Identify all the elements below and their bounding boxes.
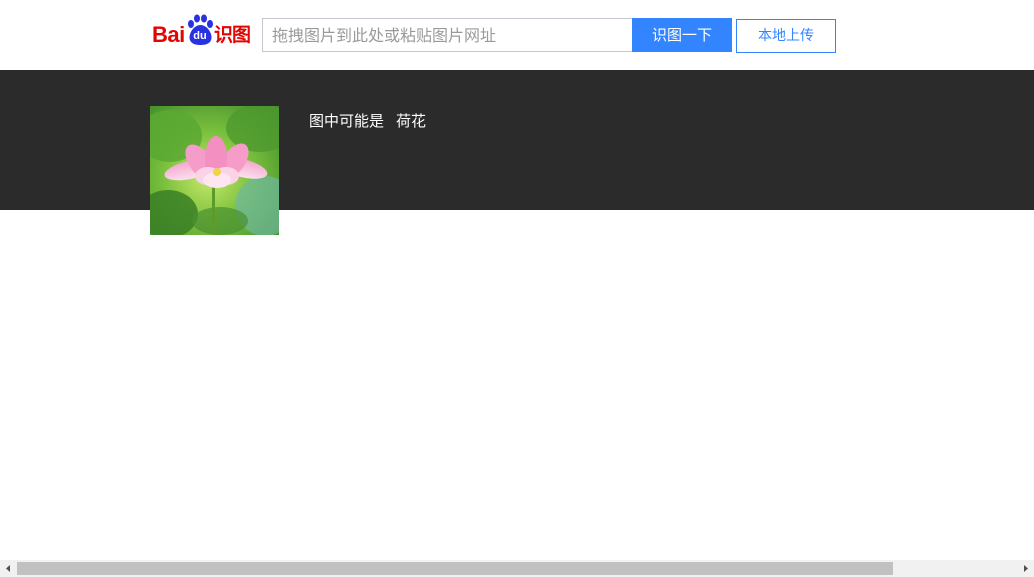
scrollbar-thumb[interactable] [17,562,893,575]
guess-prefix-label: 图中可能是 [309,112,385,130]
triangle-right-icon[interactable] [1018,560,1034,577]
identify-button[interactable]: 识图一下 [632,18,732,52]
horizontal-scrollbar[interactable] [0,560,1034,577]
page: Bai du 识图 识图一下 本地上传 [0,0,1034,577]
query-image-thumbnail[interactable] [150,106,279,235]
triangle-left-icon[interactable] [0,560,16,577]
lotus-flower-image [150,106,279,235]
logo-product-text: 识图 [214,24,251,46]
logo-paw-text: du [193,30,207,42]
local-upload-button[interactable]: 本地上传 [736,19,836,53]
image-url-input[interactable] [262,18,632,52]
baidu-shitu-logo[interactable]: Bai du 识图 [150,14,252,48]
logo-brand-text: Bai [152,22,185,47]
result-guess: 图中可能是 荷花 [309,112,426,130]
guess-result-link[interactable]: 荷花 [396,112,426,130]
header: Bai du 识图 识图一下 本地上传 [0,0,1034,70]
